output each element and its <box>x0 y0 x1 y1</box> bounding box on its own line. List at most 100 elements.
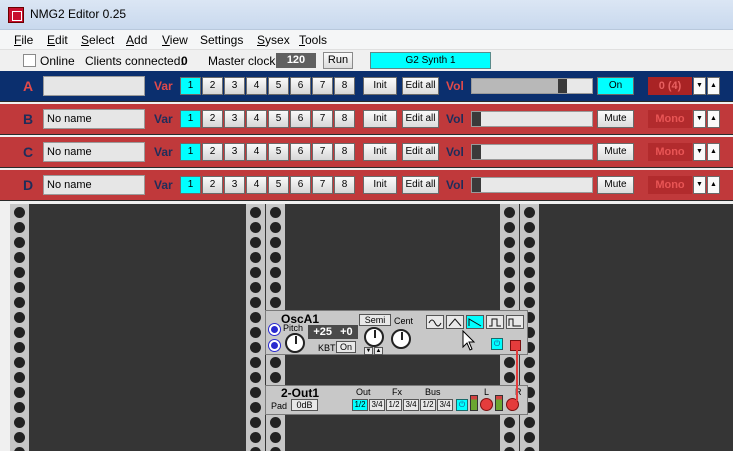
osc-module[interactable]: OscA1 Pitch +25 +0 Semi KBT On ▼ ▲ Cent … <box>265 310 528 355</box>
variation-button[interactable]: 6 <box>290 77 311 95</box>
variation-button[interactable]: 4 <box>246 110 267 128</box>
menu-item-0[interactable]: File <box>14 33 33 47</box>
square-wave-icon[interactable] <box>506 315 524 329</box>
variation-button[interactable]: 3 <box>224 77 245 95</box>
variation-button[interactable]: 4 <box>246 77 267 95</box>
volume-thumb[interactable] <box>472 178 481 192</box>
volume-slider[interactable] <box>471 177 593 193</box>
variation-button[interactable]: 6 <box>290 176 311 194</box>
triangle-wave-icon[interactable] <box>446 315 464 329</box>
variation-button[interactable]: 5 <box>268 176 289 194</box>
volume-slider[interactable] <box>471 111 593 127</box>
master-clock-value[interactable]: 120 <box>276 53 316 68</box>
bus-option[interactable]: 3/4 <box>437 399 453 411</box>
patch-canvas[interactable]: OscA1 Pitch +25 +0 Semi KBT On ▼ ▲ Cent … <box>10 204 733 451</box>
voice-down-arrow-icon[interactable]: ▼ <box>693 176 706 194</box>
slot-row-d[interactable]: D No name Var 1 2 3 4 5 6 7 8 Init Edit all Vol Mute Mo… <box>0 170 733 201</box>
mute-button[interactable]: Mute <box>597 110 634 128</box>
patch-name-field[interactable] <box>43 76 145 96</box>
variation-button[interactable]: 8 <box>334 110 355 128</box>
variation-button[interactable]: 6 <box>290 143 311 161</box>
menu-item-3[interactable]: Add <box>126 33 147 47</box>
variation-button[interactable]: 2 <box>202 110 223 128</box>
menu-item-2[interactable]: Select <box>81 33 114 47</box>
variation-button[interactable]: 4 <box>246 176 267 194</box>
synth-selector[interactable]: G2 Synth 1 <box>370 52 491 69</box>
out-module[interactable]: 2-Out1 Pad 0dB Out Fx Bus 1/2 3/4 1/2 3/4 1/… <box>265 385 528 415</box>
bus-option[interactable]: 1/2 <box>420 399 436 411</box>
pitch-knob[interactable] <box>285 333 305 353</box>
mute-button[interactable]: Mute <box>597 176 634 194</box>
variation-button[interactable]: 2 <box>202 176 223 194</box>
variation-button[interactable]: 7 <box>312 77 333 95</box>
variation-button[interactable]: 1 <box>180 77 201 95</box>
patch-name-field[interactable]: No name <box>43 142 145 162</box>
voice-down-arrow-icon[interactable]: ▼ <box>693 77 706 95</box>
voice-up-arrow-icon[interactable]: ▲ <box>707 176 720 194</box>
variation-button[interactable]: 4 <box>246 143 267 161</box>
voice-up-arrow-icon[interactable]: ▲ <box>707 110 720 128</box>
run-button[interactable]: Run <box>323 52 353 69</box>
variation-button[interactable]: 2 <box>202 143 223 161</box>
edit-all-button[interactable]: Edit all <box>402 77 439 95</box>
edit-all-button[interactable]: Edit all <box>402 143 439 161</box>
patch-name-field[interactable]: No name <box>43 109 145 129</box>
semi-down-arrow[interactable]: ▼ <box>364 347 373 355</box>
menu-item-6[interactable]: Sysex <box>257 33 290 47</box>
volume-thumb[interactable] <box>558 79 567 93</box>
variation-button[interactable]: 5 <box>268 110 289 128</box>
variation-button[interactable]: 5 <box>268 77 289 95</box>
variation-button[interactable]: 5 <box>268 143 289 161</box>
variation-button[interactable]: 7 <box>312 143 333 161</box>
slot-row-c[interactable]: C No name Var 1 2 3 4 5 6 7 8 Init Edit all Vol Mute Mo… <box>0 137 733 168</box>
semi-up-arrow[interactable]: ▲ <box>374 347 383 355</box>
init-button[interactable]: Init <box>363 110 397 128</box>
slot-row-a[interactable]: A Var 1 2 3 4 5 6 7 8 Init Edit all Vol On 0 (4) ▼ ▲ <box>0 71 733 102</box>
init-button[interactable]: Init <box>363 143 397 161</box>
edit-all-button[interactable]: Edit all <box>402 176 439 194</box>
left-input-port[interactable] <box>480 398 493 411</box>
volume-slider[interactable] <box>471 144 593 160</box>
volume-slider[interactable] <box>471 78 593 94</box>
menu-item-7[interactable]: Tools <box>299 33 327 47</box>
variation-button[interactable]: 3 <box>224 143 245 161</box>
init-button[interactable]: Init <box>363 77 397 95</box>
variation-button[interactable]: 8 <box>334 77 355 95</box>
on-button[interactable]: On <box>597 77 634 95</box>
variation-button[interactable]: 3 <box>224 176 245 194</box>
variation-button[interactable]: 8 <box>334 143 355 161</box>
variation-button[interactable]: 7 <box>312 110 333 128</box>
patch-cable[interactable] <box>516 350 518 401</box>
cent-knob[interactable] <box>391 329 411 349</box>
voice-down-arrow-icon[interactable]: ▼ <box>693 110 706 128</box>
voice-up-arrow-icon[interactable]: ▲ <box>707 77 720 95</box>
menu-item-4[interactable]: View <box>162 33 188 47</box>
fx-option[interactable]: 1/2 <box>386 399 402 411</box>
voice-up-arrow-icon[interactable]: ▲ <box>707 143 720 161</box>
fx-option[interactable]: 3/4 <box>403 399 419 411</box>
pitch-input-port[interactable] <box>269 324 280 335</box>
variation-button[interactable]: 1 <box>180 176 201 194</box>
out-power-icon[interactable]: ⏻ <box>456 399 468 411</box>
variation-button[interactable]: 2 <box>202 77 223 95</box>
pulse-wave-icon[interactable] <box>486 315 504 329</box>
voice-down-arrow-icon[interactable]: ▼ <box>693 143 706 161</box>
out-option[interactable]: 3/4 <box>369 399 385 411</box>
online-checkbox[interactable] <box>23 54 36 67</box>
pad-button[interactable]: 0dB <box>291 399 318 411</box>
menu-item-1[interactable]: Edit <box>47 33 68 47</box>
menu-item-5[interactable]: Settings <box>200 33 243 47</box>
out-option[interactable]: 1/2 <box>352 399 368 411</box>
edit-all-button[interactable]: Edit all <box>402 110 439 128</box>
variation-button[interactable]: 3 <box>224 110 245 128</box>
semi-button[interactable]: Semi <box>359 314 391 326</box>
sine-wave-icon[interactable] <box>426 315 444 329</box>
patch-name-field[interactable]: No name <box>43 175 145 195</box>
variation-button[interactable]: 8 <box>334 176 355 194</box>
semi-knob[interactable] <box>364 327 384 347</box>
variation-button[interactable]: 7 <box>312 176 333 194</box>
variation-button[interactable]: 1 <box>180 110 201 128</box>
volume-thumb[interactable] <box>472 112 481 126</box>
volume-thumb[interactable] <box>472 145 481 159</box>
osc-power-icon[interactable]: ⏻ <box>491 338 503 350</box>
